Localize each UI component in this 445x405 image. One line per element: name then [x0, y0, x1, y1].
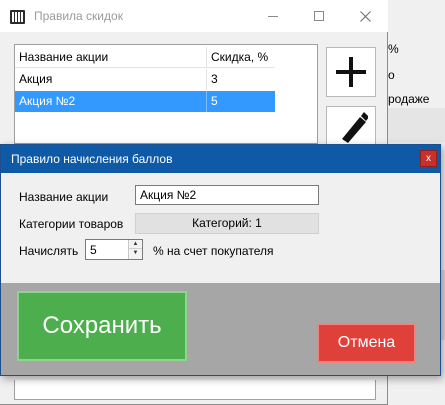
table-header: Название акции Скидка, %	[15, 47, 275, 68]
maximize-button[interactable]	[296, 0, 342, 32]
save-button[interactable]: Сохранить	[17, 291, 187, 361]
column-header-discount[interactable]: Скидка, %	[207, 47, 275, 68]
window-title: Правила скидок	[34, 9, 123, 23]
accrue-percent-value: 5	[90, 243, 97, 257]
dialog-body: Название акции Акция №2 Категории товаро…	[1, 173, 440, 283]
row-discount-cell: 3	[211, 72, 218, 86]
table-row[interactable]: Акция 3	[15, 69, 275, 90]
promotion-name-label: Название акции	[19, 190, 109, 204]
promotion-name-input[interactable]: Акция №2	[135, 185, 319, 205]
maximize-icon	[314, 11, 324, 21]
dialog-titlebar[interactable]: Правило начисления баллов x	[1, 145, 440, 173]
categories-button[interactable]: Категорий: 1	[135, 213, 319, 234]
close-button[interactable]	[342, 0, 388, 32]
table-row-selected[interactable]: Акция №2 5	[15, 91, 275, 112]
stepper-up-arrow-icon[interactable]: ▲	[129, 240, 142, 249]
background-text: о	[388, 68, 395, 82]
dialog-title: Правило начисления баллов	[11, 152, 173, 166]
row-name-cell: Акция №2	[15, 91, 207, 112]
column-header-name[interactable]: Название акции	[15, 47, 207, 68]
accrue-percent-stepper[interactable]: 5 ▲ ▼	[85, 239, 143, 260]
accrue-suffix-label: % на счет покупателя	[153, 244, 274, 258]
accrue-label: Начислять	[19, 244, 79, 258]
minimize-icon	[268, 15, 278, 17]
edit-rule-button[interactable]	[326, 106, 376, 146]
window-lower-panel	[14, 380, 376, 400]
plus-icon	[336, 57, 366, 87]
stepper-down-arrow-icon[interactable]: ▼	[129, 249, 142, 258]
background-text: родаже	[388, 92, 430, 106]
dialog-footer: Сохранить Отмена	[1, 283, 440, 375]
window-titlebar[interactable]: Правила скидок	[0, 0, 388, 32]
discount-table[interactable]: Название акции Скидка, % Акция 3 Акция №…	[14, 44, 318, 144]
row-discount-cell: 5	[211, 94, 218, 108]
background-panel	[380, 108, 445, 142]
categories-label: Категории товаров	[19, 217, 124, 231]
add-rule-button[interactable]	[326, 47, 376, 97]
points-rule-dialog: Правило начисления баллов x Название акц…	[0, 144, 441, 376]
stepper-arrows: ▲ ▼	[128, 240, 142, 259]
background-text: %	[388, 42, 399, 56]
pencil-icon	[342, 112, 368, 143]
barcode-icon	[10, 10, 25, 24]
row-name-cell: Акция	[15, 69, 207, 90]
close-icon	[359, 10, 371, 22]
minimize-button[interactable]	[250, 0, 296, 32]
cancel-button[interactable]: Отмена	[317, 323, 416, 363]
dialog-close-button[interactable]: x	[420, 150, 437, 167]
